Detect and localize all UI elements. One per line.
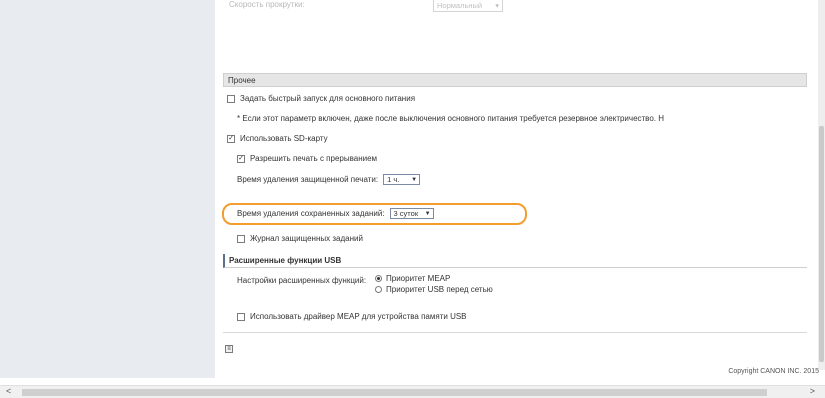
usb-option-meap[interactable]: Приоритет MEAP [375,274,450,283]
sd-card-row: ✓ Использовать SD-карту [227,134,328,143]
scroll-right-icon[interactable]: > [810,386,815,396]
usb-option-network[interactable]: Приоритет USB перед сетью [375,285,493,294]
chevron-down-icon: ▾ [495,0,499,10]
interrupt-row: ✓ Разрешить печать с прерыванием [237,154,377,163]
meap-driver-checkbox[interactable] [237,312,245,321]
sd-card-checkbox[interactable]: ✓ [227,134,235,143]
usb-option-meap-label: Приоритет MEAP [386,274,451,283]
chevron-down-icon: ▼ [411,176,418,183]
secure-log-checkbox[interactable] [237,234,245,243]
meap-driver-label: Использовать драйвер MEAP для устройства… [250,312,467,321]
interrupt-label: Разрешить печать с прерыванием [250,154,378,163]
divider [223,332,807,333]
usb-option-network-label: Приоритет USB перед сетью [386,285,493,294]
usb-settings-label: Настройки расширенных функций: [237,276,367,285]
secure-delete-select[interactable]: 1 ч. ▼ [383,174,421,185]
secure-log-row: Журнал защищенных заданий [237,234,363,243]
secure-delete-row: Время удаления защищенной печати: 1 ч. ▼ [237,174,421,185]
vertical-scrollbar[interactable] [818,0,825,370]
secure-log-label: Журнал защищенных заданий [250,234,363,243]
usb-option-network-radio[interactable] [375,286,382,293]
secure-delete-label: Время удаления защищенной печати: [237,175,379,184]
section-other-header: Прочее [223,73,807,87]
scroll-speed-label: Скорость прокрутки: [229,0,305,9]
left-sidebar [0,0,215,378]
usb-option-meap-radio[interactable] [375,275,382,282]
section-usb-header: Расширенные функции USB [223,254,807,268]
quick-start-row: Задать быстрый запуск для основного пита… [227,94,415,103]
sd-card-label: Использовать SD-карту [240,134,328,143]
scroll-left-icon[interactable]: < [6,386,11,396]
copyright-text: Copyright CANON INC. 2015 [728,368,819,375]
secure-delete-value: 1 ч. [387,175,400,184]
quick-start-label: Задать быстрый запуск для основного пита… [240,94,416,103]
power-note: * Если этот параметр включен, даже после… [237,114,665,123]
highlight-outline [222,203,527,225]
vertical-scrollbar-thumb[interactable] [819,126,824,362]
settings-content: Скорость прокрутки: Нормальный ▾ Прочее … [215,0,820,378]
interrupt-checkbox[interactable]: ✓ [237,154,245,163]
meap-driver-row: Использовать драйвер MEAP для устройства… [237,312,467,321]
expand-icon[interactable]: ≡ [225,345,233,353]
quick-start-checkbox[interactable] [227,94,235,103]
horizontal-scrollbar-thumb[interactable] [22,389,767,396]
horizontal-scrollbar[interactable]: < > [0,385,825,398]
scroll-speed-select[interactable]: Нормальный ▾ [433,0,503,12]
scroll-speed-value: Нормальный [437,0,483,10]
